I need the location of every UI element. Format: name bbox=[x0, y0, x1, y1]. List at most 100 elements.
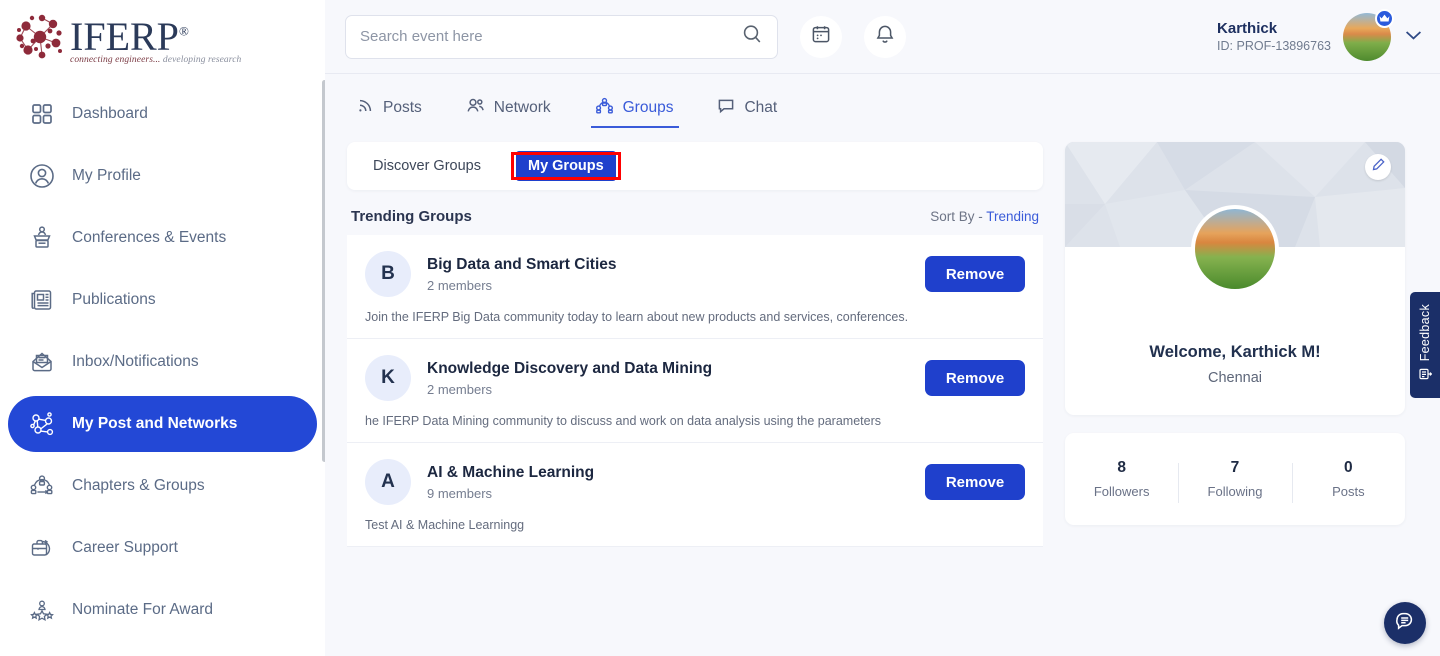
chat-fab-icon bbox=[1394, 610, 1416, 637]
section-title: Trending Groups bbox=[351, 208, 472, 225]
stat-posts[interactable]: 0 Posts bbox=[1292, 459, 1405, 499]
tab-posts[interactable]: Posts bbox=[357, 86, 422, 130]
group-description: Test AI & Machine Learningg bbox=[365, 518, 1025, 532]
sidebar-item-label: My Post and Networks bbox=[72, 415, 237, 433]
stat-value: 8 bbox=[1065, 459, 1178, 477]
group-avatar: K bbox=[365, 355, 411, 401]
iferp-dots-logo-icon bbox=[12, 10, 68, 64]
search-icon[interactable] bbox=[741, 23, 763, 50]
sidebar-item-conferences-events[interactable]: Conferences & Events bbox=[8, 210, 317, 266]
profile-avatar[interactable] bbox=[1191, 205, 1279, 293]
chat-bubble-icon bbox=[717, 97, 735, 119]
stat-value: 0 bbox=[1292, 459, 1405, 477]
group-description: he IFERP Data Mining community to discus… bbox=[365, 414, 1025, 428]
briefcase-icon bbox=[22, 535, 62, 561]
calendar-button[interactable] bbox=[800, 16, 842, 58]
brand-wordmark: IFERP® bbox=[70, 14, 189, 59]
sidebar-item-nominate-for-award[interactable]: Nominate For Award bbox=[8, 582, 317, 638]
groups-column: Discover Groups My Groups Trending Group… bbox=[347, 142, 1043, 547]
tab-groups[interactable]: Groups bbox=[595, 86, 674, 130]
user-id: ID: PROF-13896763 bbox=[1217, 38, 1331, 55]
sidebar-item-label: Publications bbox=[72, 291, 156, 309]
user-circle-icon bbox=[22, 163, 62, 189]
search-input[interactable] bbox=[360, 28, 741, 45]
profile-city: Chennai bbox=[1065, 370, 1405, 386]
feedback-tab[interactable]: Feedback bbox=[1410, 292, 1440, 398]
brand-logo[interactable]: IFERP® connecting engineers... developin… bbox=[0, 0, 325, 72]
notifications-button[interactable] bbox=[864, 16, 906, 58]
sidebar-nav: Dashboard My Profile bbox=[0, 72, 325, 638]
tab-network[interactable]: Network bbox=[466, 86, 551, 130]
content-columns: Discover Groups My Groups Trending Group… bbox=[347, 142, 1422, 547]
group-avatar: A bbox=[365, 459, 411, 505]
stat-following[interactable]: 7 Following bbox=[1178, 459, 1291, 499]
stat-value: 7 bbox=[1178, 459, 1291, 477]
group-card: A AI & Machine Learning 9 members Remove… bbox=[347, 443, 1043, 547]
chat-fab-button[interactable] bbox=[1384, 602, 1426, 644]
sidebar-item-label: Dashboard bbox=[72, 105, 148, 123]
stat-followers[interactable]: 8 Followers bbox=[1065, 459, 1178, 499]
profile-stats-card: 8 Followers 7 Following 0 Posts bbox=[1065, 433, 1405, 525]
stat-label: Following bbox=[1178, 484, 1291, 499]
tab-label: Groups bbox=[623, 99, 674, 117]
sidebar-item-chapters-groups[interactable]: Chapters & Groups bbox=[8, 458, 317, 514]
chapters-icon bbox=[22, 473, 62, 499]
profile-column: Welcome, Karthick M! Chennai 8 Followers… bbox=[1065, 142, 1405, 525]
tab-label: Chat bbox=[744, 99, 777, 117]
newspaper-icon bbox=[22, 287, 62, 313]
pencil-icon bbox=[1372, 158, 1385, 176]
sidebar-item-publications[interactable]: Publications bbox=[8, 272, 317, 328]
sidebar-item-label: Inbox/Notifications bbox=[72, 353, 199, 371]
sidebar-item-label: Conferences & Events bbox=[72, 229, 226, 247]
segment-discover-groups[interactable]: Discover Groups bbox=[361, 151, 493, 181]
sidebar-item-label: Chapters & Groups bbox=[72, 477, 205, 495]
avatar[interactable] bbox=[1343, 13, 1391, 61]
envelope-icon bbox=[22, 349, 62, 375]
award-stars-icon bbox=[22, 597, 62, 623]
group-name[interactable]: Big Data and Smart Cities bbox=[427, 254, 617, 275]
topbar: Karthick ID: PROF-13896763 bbox=[325, 0, 1440, 74]
search-bar[interactable] bbox=[345, 15, 778, 59]
chevron-down-icon[interactable] bbox=[1405, 28, 1422, 46]
sidebar-item-dashboard[interactable]: Dashboard bbox=[8, 86, 317, 142]
sort-by-value[interactable]: Trending bbox=[986, 209, 1039, 224]
network-nodes-icon bbox=[22, 411, 62, 438]
user-name: Karthick bbox=[1217, 19, 1331, 38]
sidebar: IFERP® connecting engineers... developin… bbox=[0, 0, 325, 656]
crown-icon bbox=[1375, 9, 1394, 28]
sort-by-label: Sort By - bbox=[930, 209, 986, 224]
tab-label: Posts bbox=[383, 99, 422, 117]
groups-segmented-control: Discover Groups My Groups bbox=[347, 142, 1043, 190]
main-region: Karthick ID: PROF-13896763 bbox=[325, 0, 1440, 656]
segment-my-groups[interactable]: My Groups bbox=[516, 151, 616, 181]
sidebar-item-my-profile[interactable]: My Profile bbox=[8, 148, 317, 204]
remove-group-button[interactable]: Remove bbox=[925, 360, 1025, 396]
my-groups-highlight-box: My Groups bbox=[511, 152, 621, 180]
sidebar-item-label: Nominate For Award bbox=[72, 601, 213, 619]
calendar-icon bbox=[811, 24, 831, 49]
remove-group-button[interactable]: Remove bbox=[925, 464, 1025, 500]
edit-profile-button[interactable] bbox=[1365, 154, 1391, 180]
remove-group-button[interactable]: Remove bbox=[925, 256, 1025, 292]
user-info: Karthick ID: PROF-13896763 bbox=[1217, 19, 1331, 55]
group-name[interactable]: Knowledge Discovery and Data Mining bbox=[427, 358, 712, 379]
stat-label: Followers bbox=[1065, 484, 1178, 499]
group-member-count: 2 members bbox=[427, 380, 712, 399]
group-member-count: 9 members bbox=[427, 484, 594, 503]
tab-chat[interactable]: Chat bbox=[717, 86, 777, 130]
user-menu[interactable]: Karthick ID: PROF-13896763 bbox=[1217, 13, 1422, 61]
group-member-count: 2 members bbox=[427, 276, 617, 295]
sidebar-item-inbox-notifications[interactable]: Inbox/Notifications bbox=[8, 334, 317, 390]
feedback-label: Feedback bbox=[1418, 304, 1432, 361]
group-description: Join the IFERP Big Data community today … bbox=[365, 310, 1025, 324]
sidebar-item-label: My Profile bbox=[72, 167, 141, 185]
sidebar-item-my-post-and-networks[interactable]: My Post and Networks bbox=[8, 396, 317, 452]
sidebar-item-career-support[interactable]: Career Support bbox=[8, 520, 317, 576]
group-card: B Big Data and Smart Cities 2 members Re… bbox=[347, 235, 1043, 339]
sort-by-control[interactable]: Sort By - Trending bbox=[930, 209, 1039, 224]
rss-icon bbox=[357, 97, 374, 119]
podium-icon bbox=[22, 225, 62, 251]
group-name[interactable]: AI & Machine Learning bbox=[427, 462, 594, 483]
group-avatar: B bbox=[365, 251, 411, 297]
people-icon bbox=[466, 97, 485, 119]
